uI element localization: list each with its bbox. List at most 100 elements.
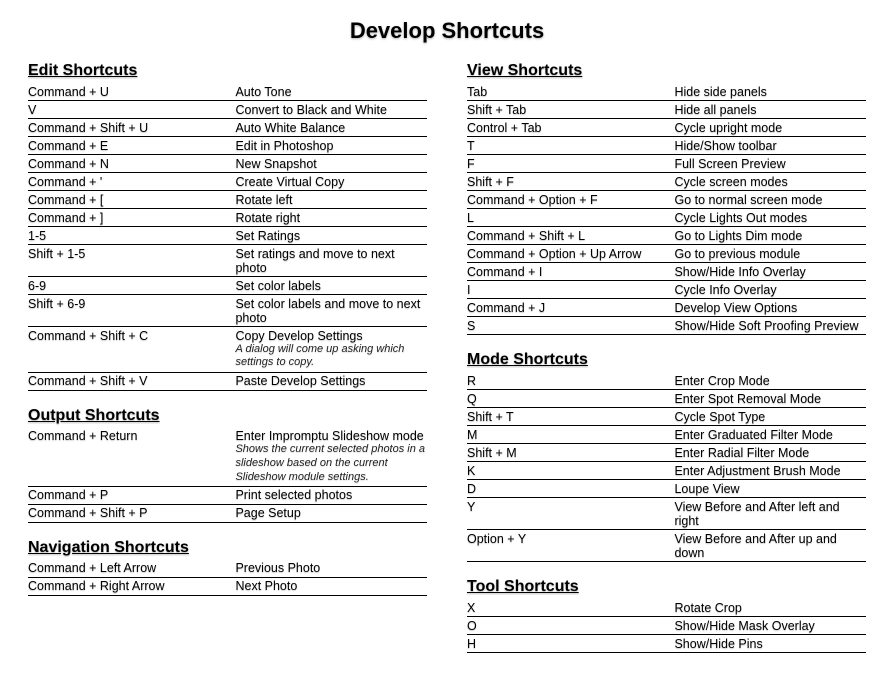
shortcut-desc: Enter Spot Removal Mode [674,392,866,406]
shortcut-key: H [467,637,674,651]
shortcut-desc-wrap: Show/Hide Soft Proofing Preview [674,319,866,333]
shortcut-desc: Full Screen Preview [674,157,866,171]
shortcut-desc: Cycle Info Overlay [674,283,866,297]
section-title: View Shortcuts [467,62,866,80]
shortcut-row: Shift + MEnter Radial Filter Mode [467,444,866,462]
shortcut-desc-wrap: Hide all panels [674,103,866,117]
shortcut-row: Command + EEdit in Photoshop [28,137,427,155]
shortcut-key: Command + Left Arrow [28,561,235,575]
shortcut-desc: Enter Crop Mode [674,374,866,388]
shortcut-desc-wrap: Enter Spot Removal Mode [674,392,866,406]
shortcut-row: Command + Option + FGo to normal screen … [467,191,866,209]
shortcut-row: Command + [Rotate left [28,191,427,209]
shortcut-key: O [467,619,674,633]
shortcut-key: Shift + 6-9 [28,297,235,311]
shortcut-desc-wrap: Enter Crop Mode [674,374,866,388]
shortcut-desc-wrap: New Snapshot [235,157,427,171]
shortcut-desc-wrap: Set Ratings [235,229,427,243]
shortcut-desc-wrap: Cycle Lights Out modes [674,211,866,225]
shortcut-desc-wrap: Cycle screen modes [674,175,866,189]
shortcut-desc: Show/Hide Mask Overlay [674,619,866,633]
shortcut-key: Y [467,500,674,514]
shortcut-row: VConvert to Black and White [28,101,427,119]
shortcut-key: Shift + M [467,446,674,460]
shortcut-desc: Develop View Options [674,301,866,315]
section-title: Edit Shortcuts [28,62,427,80]
shortcut-row: MEnter Graduated Filter Mode [467,426,866,444]
shortcut-desc-wrap: Enter Graduated Filter Mode [674,428,866,442]
shortcut-desc: Rotate right [235,211,427,225]
shortcut-note: A dialog will come up asking which setti… [235,343,427,371]
shortcut-key: Command + Right Arrow [28,579,235,593]
shortcut-desc: Go to Lights Dim mode [674,229,866,243]
shortcut-row: YView Before and After left and right [467,498,866,530]
page-title: Develop Shortcuts [28,18,866,44]
shortcut-desc: Hide all panels [674,103,866,117]
shortcut-row: Command + ReturnEnter Impromptu Slidesho… [28,428,427,487]
shortcut-desc-wrap: Develop View Options [674,301,866,315]
shortcut-desc: Paste Develop Settings [235,374,427,388]
shortcut-desc: Rotate left [235,193,427,207]
shortcut-desc: View Before and After up and down [674,532,866,560]
shortcut-row: ICycle Info Overlay [467,281,866,299]
shortcut-key: Q [467,392,674,406]
shortcut-desc: Enter Adjustment Brush Mode [674,464,866,478]
shortcut-key: Tab [467,85,674,99]
shortcut-key: Command + Option + F [467,193,674,207]
shortcut-desc-wrap: Cycle Spot Type [674,410,866,424]
section-title: Tool Shortcuts [467,578,866,596]
shortcut-key: Command + Shift + V [28,374,235,388]
shortcut-desc-wrap: Auto White Balance [235,121,427,135]
shortcut-key: Command + I [467,265,674,279]
shortcut-desc: Show/Hide Soft Proofing Preview [674,319,866,333]
shortcut-desc: Loupe View [674,482,866,496]
shortcut-key: X [467,601,674,615]
shortcut-desc-wrap: Page Setup [235,506,427,520]
shortcut-key: Command + Option + Up Arrow [467,247,674,261]
shortcut-key: D [467,482,674,496]
shortcut-key: 6-9 [28,279,235,293]
shortcut-desc: New Snapshot [235,157,427,171]
shortcut-key: R [467,374,674,388]
shortcut-row: QEnter Spot Removal Mode [467,390,866,408]
shortcut-row: Shift + FCycle screen modes [467,173,866,191]
shortcut-desc-wrap: Show/Hide Info Overlay [674,265,866,279]
section: Navigation ShortcutsCommand + Left Arrow… [28,539,427,596]
shortcut-row: Command + ]Rotate right [28,209,427,227]
shortcut-key: V [28,103,235,117]
shortcut-row: HShow/Hide Pins [467,635,866,653]
shortcut-row: Command + Shift + VPaste Develop Setting… [28,373,427,391]
shortcut-desc: Set color labels [235,279,427,293]
shortcut-desc-wrap: Rotate right [235,211,427,225]
shortcut-row: Command + Shift + CCopy Develop Settings… [28,327,427,373]
shortcut-row: REnter Crop Mode [467,372,866,390]
shortcut-desc: Hide/Show toolbar [674,139,866,153]
shortcut-row: Command + IShow/Hide Info Overlay [467,263,866,281]
shortcut-row: Command + PPrint selected photos [28,487,427,505]
shortcut-row: DLoupe View [467,480,866,498]
section: Edit ShortcutsCommand + UAuto ToneVConve… [28,62,427,391]
shortcut-desc-wrap: Show/Hide Pins [674,637,866,651]
shortcut-desc-wrap: Loupe View [674,482,866,496]
shortcut-desc-wrap: Hide/Show toolbar [674,139,866,153]
shortcut-row: Command + Option + Up ArrowGo to previou… [467,245,866,263]
shortcut-desc: Go to previous module [674,247,866,261]
section: Output ShortcutsCommand + ReturnEnter Im… [28,407,427,523]
shortcut-desc: Set Ratings [235,229,427,243]
shortcut-row: Shift + TabHide all panels [467,101,866,119]
shortcut-desc-wrap: Set color labels and move to next photo [235,297,427,325]
shortcut-key: L [467,211,674,225]
shortcut-desc-wrap: Enter Adjustment Brush Mode [674,464,866,478]
shortcut-desc-wrap: Hide side panels [674,85,866,99]
shortcut-desc-wrap: Enter Impromptu Slideshow modeShows the … [235,429,427,484]
shortcut-desc: Enter Radial Filter Mode [674,446,866,460]
shortcut-desc: Set color labels and move to next photo [235,297,427,325]
shortcut-desc: Convert to Black and White [235,103,427,117]
shortcut-desc: Enter Graduated Filter Mode [674,428,866,442]
shortcut-row: Command + Shift + UAuto White Balance [28,119,427,137]
shortcut-desc-wrap: Edit in Photoshop [235,139,427,153]
shortcut-key: Command + N [28,157,235,171]
shortcut-desc-wrap: Auto Tone [235,85,427,99]
shortcut-desc: Auto White Balance [235,121,427,135]
shortcut-key: T [467,139,674,153]
